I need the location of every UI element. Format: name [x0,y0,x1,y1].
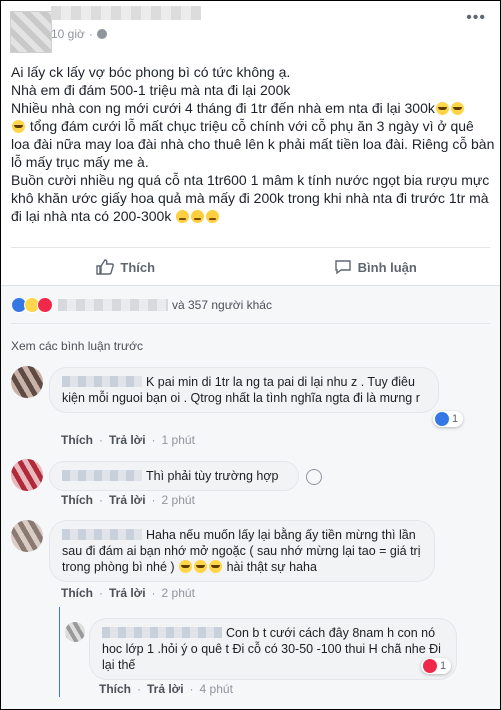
author-avatar[interactable] [10,11,52,53]
post-line-1: Ai lấy ck lấy vợ bóc phong bì có tức khô… [11,64,291,80]
commenter-avatar[interactable] [11,459,43,491]
reaction-summary[interactable]: và 357 người khác [11,297,272,313]
comment-bubble: Con b t cưới cách đây 8nam h con nó hoc … [89,618,457,680]
post-actions-bar: Thích Bình luận [1,253,500,281]
comment-like-link[interactable]: Thích [99,682,131,696]
comment-actions: Thích · Trả lời · 2 phút [61,586,195,600]
comment-label: Bình luận [357,259,417,275]
comment-text: Thì phải tùy trường hợp [146,469,279,483]
author-name-redacted[interactable] [51,6,201,20]
commenter-name-redacted[interactable] [62,376,142,387]
comment-bubble: K pai min di 1tr la ng ta pai di lại nhu… [49,367,439,413]
sad-emoji-icon [206,210,220,223]
commenter-avatar[interactable] [11,366,43,398]
comment-time[interactable]: 2 phút [162,493,195,507]
commenter-name-redacted[interactable] [62,470,142,481]
post-header [10,11,52,53]
emoji-reaction-button[interactable] [306,469,322,485]
comment-actions: Thích · Trả lời · 1 phút [61,433,195,447]
comment-like-link[interactable]: Thích [61,493,93,507]
reactor-names-redacted [58,299,168,311]
comment-button[interactable]: Bình luận [251,253,501,281]
globe-icon [96,29,107,39]
laugh-tears-emoji-icon [450,102,464,115]
like-label: Thích [120,259,156,275]
post-time[interactable]: 10 giờ [51,27,85,41]
comment-reply-link[interactable]: Trả lời [109,433,146,447]
comments-section: và 357 người khác Xem các bình luận trướ… [1,286,500,709]
comment-reaction-badge[interactable]: 1 [421,658,452,674]
more-options-button[interactable]: ••• [466,9,486,27]
separator-dot: · [88,27,93,41]
comment-actions: Thích · Trả lời · 2 phút [61,493,195,507]
sad-emoji-icon [176,210,190,223]
comment-bubble: Thì phải tùy trường hợp [49,461,299,491]
comment-reply-link[interactable]: Trả lời [109,493,146,507]
comment-like-link[interactable]: Thích [61,433,93,447]
laugh-tears-emoji-icon [179,560,193,573]
comment-actions: Thích · Trả lời · 4 phút [99,682,233,696]
comment-like-link[interactable]: Thích [61,586,93,600]
post-line-2: Nhà em đi đám 500-1 triệu mà nta đi lại … [11,82,291,98]
commenter-name-redacted[interactable] [62,529,142,540]
like-reaction-icon [435,412,449,426]
thumbs-up-icon [96,259,115,275]
divider [11,323,490,324]
comment-bubble: Haha nếu muốn lấy lại bằng ấy tiền mừng … [49,520,435,582]
commenter-avatar[interactable] [65,622,85,642]
reaction-count: 1 [452,413,459,425]
laugh-tears-emoji-icon [12,120,25,133]
commenter-name-redacted[interactable] [102,627,222,638]
laugh-tears-emoji-icon [194,560,208,573]
view-previous-comments-link[interactable]: Xem các bình luận trước [11,339,143,353]
comment-time[interactable]: 4 phút [200,682,233,696]
comment-text-tail: hài thật sự haha [226,560,317,574]
comment-time[interactable]: 2 phút [162,586,195,600]
reaction-count: 1 [440,660,447,672]
post-body: Ai lấy ck lấy vợ bóc phong bì có tức khô… [11,63,495,225]
comment-reply-link[interactable]: Trả lời [147,682,184,696]
love-reaction-icon [423,659,437,673]
ellipsis-icon: ••• [466,9,486,26]
comment-icon [334,260,351,275]
commenter-avatar[interactable] [11,520,43,552]
comment-time[interactable]: 1 phút [162,433,195,447]
sad-emoji-icon [191,210,205,223]
reaction-count-text: và 357 người khác [172,298,272,312]
post-meta: 10 giờ · [51,27,107,41]
reply-thread-line [59,607,60,697]
love-reaction-icon [37,297,53,313]
laugh-tears-emoji-icon [209,560,223,573]
post-line-5: Buồn cười nhiều ng quá cỗ nta 1tr600 1 m… [11,172,490,224]
laugh-tears-emoji-icon [435,102,449,115]
comment-reply-link[interactable]: Trả lời [109,586,146,600]
divider [11,247,490,248]
comment-reaction-badge[interactable]: 1 [433,411,464,427]
post-line-3: Nhiều nhà con ng mới cưới 4 tháng đi 1tr… [11,100,495,170]
like-button[interactable]: Thích [1,253,251,281]
facebook-post-card: 10 giờ · ••• Ai lấy ck lấy vợ bóc phong … [0,0,501,710]
